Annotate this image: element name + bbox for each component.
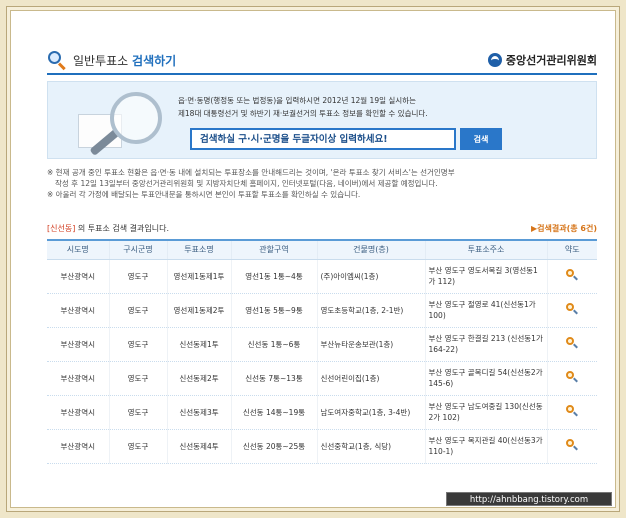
cell-station: 신선동제3투 xyxy=(167,395,232,430)
cell-sido: 부산광역시 xyxy=(47,395,110,430)
cell-map xyxy=(547,395,597,430)
table-row: 부산광역시 영도구 영선제1동제1투 영선1동 1통~4통 (주)아이엠씨(1층… xyxy=(47,259,597,294)
cell-map xyxy=(547,259,597,294)
search-input[interactable] xyxy=(190,128,456,150)
blog-watermark: http://ahnbbang.tistory.com xyxy=(446,492,612,506)
cell-sido: 부산광역시 xyxy=(47,293,110,328)
cell-sigungu: 영도구 xyxy=(109,327,168,362)
map-search-icon[interactable] xyxy=(566,336,579,349)
cell-address: 부산 영도구 남도여중길 130(신선동2가 102) xyxy=(425,395,548,430)
results-table: 시도명 구시군명 투표소명 관할구역 건물명(층) 투표소주소 약도 부산광역시… xyxy=(47,239,597,464)
col-header-area: 관할구역 xyxy=(231,241,318,260)
nec-logo-icon xyxy=(487,53,502,67)
col-header-map: 약도 xyxy=(547,241,597,260)
table-header-row: 시도명 구시군명 투표소명 관할구역 건물명(층) 투표소주소 약도 xyxy=(47,241,597,260)
table-row: 부산광역시 영도구 신선동제1투 신선동 1통~6통 부산뉴타운송보관(1층) … xyxy=(47,327,597,362)
cell-address: 부산 영도구 골목디길 54(신선동2가 145-6) xyxy=(425,361,548,396)
cell-address: 부산 영도구 절영로 41(신선동1가 100) xyxy=(425,293,548,328)
map-search-icon[interactable] xyxy=(566,404,579,417)
cell-building: 신선어린이집(1층) xyxy=(317,361,426,396)
map-search-icon[interactable] xyxy=(566,438,579,451)
cell-sido: 부산광역시 xyxy=(47,429,110,464)
cell-sido: 부산광역시 xyxy=(47,361,110,396)
cell-area: 신선동 14통~19통 xyxy=(231,395,318,430)
title-prefix: 일반투표소 xyxy=(73,53,129,68)
cell-sigungu: 영도구 xyxy=(109,395,168,430)
page-header: 일반투표소 검색하기 중앙선거관리위원회 xyxy=(47,47,597,75)
cell-address: 부산 영도구 한결길 213 (신선동1가 164-22) xyxy=(425,327,548,362)
cell-sigungu: 영도구 xyxy=(109,259,168,294)
brand-name: 중앙선거관리위원회 xyxy=(505,54,597,67)
map-search-icon[interactable] xyxy=(566,268,579,281)
photo-frame: 일반투표소 검색하기 중앙선거관리위원회 읍·면·동명(행정동 또는 법정동)을… xyxy=(6,6,620,512)
notice-line2: 작성 후 12일 13일부터 중앙선거관리위원회 및 지방자치단체 홈페이지, … xyxy=(55,179,438,188)
col-header-station: 투표소명 xyxy=(167,241,232,260)
search-desc-line2: 제18대 대통령선거 및 하반기 재·보궐선거의 투표소 정보를 확인할 수 있… xyxy=(178,109,428,118)
cell-map xyxy=(547,327,597,362)
content-area: 일반투표소 검색하기 중앙선거관리위원회 읍·면·동명(행정동 또는 법정동)을… xyxy=(37,37,603,503)
cell-station: 영선제1동제2투 xyxy=(167,293,232,328)
search-panel: 읍·면·동명(행정동 또는 법정동)을 입력하시면 2012년 12월 19일 … xyxy=(47,81,597,159)
table-row: 부산광역시 영도구 영선제1동제2투 영선1동 5통~9통 영도초등학교(1층,… xyxy=(47,293,597,328)
col-header-sido: 시도명 xyxy=(47,241,110,260)
map-search-icon[interactable] xyxy=(566,370,579,383)
cell-building: 부산뉴타운송보관(1층) xyxy=(317,327,426,362)
cell-building: 영도초등학교(1층, 2-1반) xyxy=(317,293,426,328)
cell-map xyxy=(547,361,597,396)
search-button[interactable]: 검색 xyxy=(460,128,502,150)
cell-station: 신선동제4투 xyxy=(167,429,232,464)
cell-area: 영선1동 1통~4통 xyxy=(231,259,318,294)
results-caption: [신선동] 의 투표소 검색 결과입니다. xyxy=(47,223,169,234)
cell-building: (주)아이엠씨(1층) xyxy=(317,259,426,294)
results-count: ▶검색결과(총 6건) xyxy=(531,223,597,233)
results-location: [신선동] xyxy=(47,223,76,233)
notice-line1: ※ 현재 공개 중인 투표소 현황은 읍·면·동 내에 설치되는 투표장소를 안… xyxy=(47,168,455,177)
col-header-sigungu: 구시군명 xyxy=(109,241,168,260)
cell-building: 신선중학교(1층, 식당) xyxy=(317,429,426,464)
cell-map xyxy=(547,293,597,328)
cell-sigungu: 영도구 xyxy=(109,293,168,328)
cell-area: 신선동 7통~13통 xyxy=(231,361,318,396)
cell-station: 신선동제1투 xyxy=(167,327,232,362)
cell-map xyxy=(547,429,597,464)
search-illustration-icon xyxy=(70,88,180,156)
title-accent: 검색하기 xyxy=(132,53,177,68)
cell-area: 신선동 20통~25통 xyxy=(231,429,318,464)
cell-address: 부산 영도구 복지관길 40(신선동3가 110-1) xyxy=(425,429,548,464)
cell-sigungu: 영도구 xyxy=(109,361,168,396)
results-suffix: 의 투표소 검색 결과입니다. xyxy=(75,223,170,233)
cell-sido: 부산광역시 xyxy=(47,259,110,294)
brand[interactable]: 중앙선거관리위원회 xyxy=(487,52,597,68)
search-description: 읍·면·동명(행정동 또는 법정동)을 입력하시면 2012년 12월 19일 … xyxy=(178,94,588,120)
table-row: 부산광역시 영도구 신선동제3투 신선동 14통~19통 남도여자중학교(1층,… xyxy=(47,395,597,430)
cell-address: 부산 영도구 영도서복길 3(영선동1가 112) xyxy=(425,259,548,294)
table-row: 부산광역시 영도구 신선동제4투 신선동 20통~25통 신선중학교(1층, 식… xyxy=(47,429,597,464)
cell-station: 영선제1동제1투 xyxy=(167,259,232,294)
search-row: 검색 xyxy=(190,128,502,150)
results-header: [신선동] 의 투표소 검색 결과입니다. ▶검색결과(총 6건) xyxy=(47,221,597,235)
col-header-address: 투표소주소 xyxy=(425,241,548,260)
notice-line3: ※ 아울러 각 가정에 배달되는 투표안내문을 통하시면 본인이 투표할 투표소… xyxy=(47,190,361,199)
col-header-building: 건물명(층) xyxy=(317,241,426,260)
cell-sido: 부산광역시 xyxy=(47,327,110,362)
page-title: 일반투표소 검색하기 xyxy=(73,52,176,69)
map-search-icon[interactable] xyxy=(566,302,579,315)
search-desc-line1: 읍·면·동명(행정동 또는 법정동)을 입력하시면 2012년 12월 19일 … xyxy=(178,96,416,105)
cell-sigungu: 영도구 xyxy=(109,429,168,464)
magnifier-icon xyxy=(47,50,67,71)
cell-building: 남도여자중학교(1층, 3-4반) xyxy=(317,395,426,430)
cell-area: 신선동 1통~6통 xyxy=(231,327,318,362)
table-row: 부산광역시 영도구 신선동제2투 신선동 7통~13통 신선어린이집(1층) 부… xyxy=(47,361,597,396)
notice-text: ※ 현재 공개 중인 투표소 현황은 읍·면·동 내에 설치되는 투표장소를 안… xyxy=(47,167,597,200)
cell-area: 영선1동 5통~9통 xyxy=(231,293,318,328)
header-title-group: 일반투표소 검색하기 xyxy=(47,50,176,71)
cell-station: 신선동제2투 xyxy=(167,361,232,396)
